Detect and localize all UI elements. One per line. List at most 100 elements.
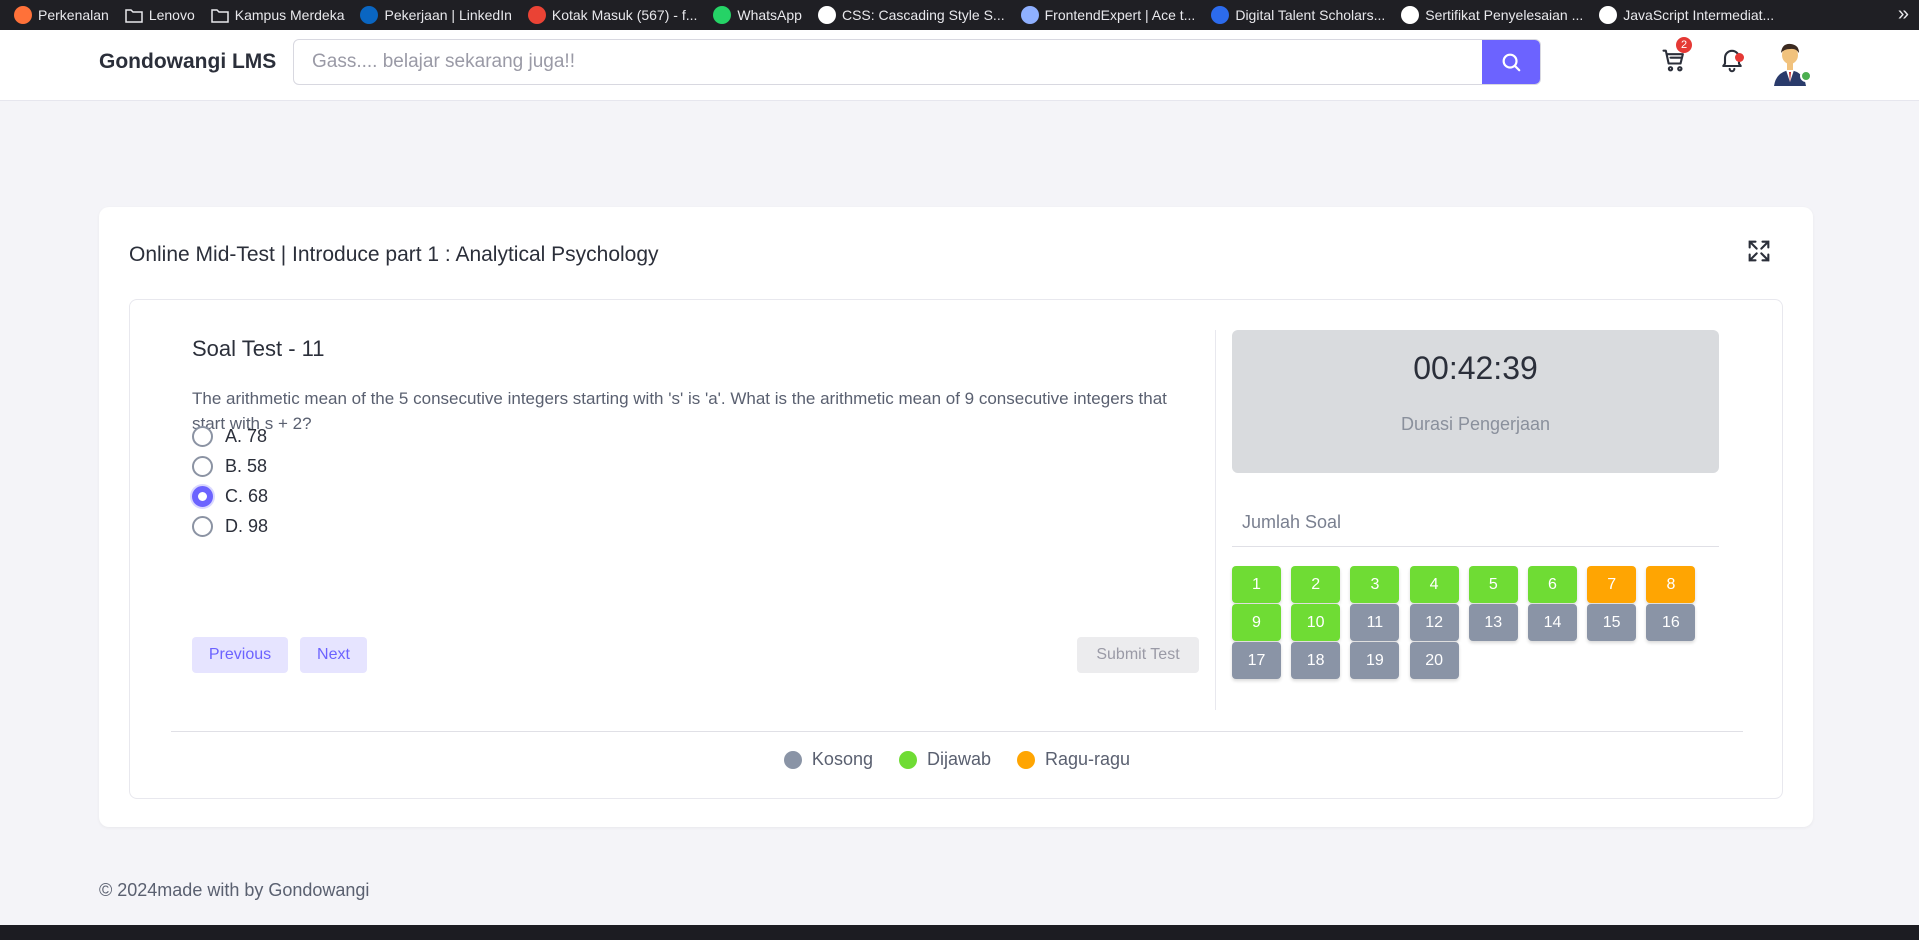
cart-button[interactable]: 2 xyxy=(1660,37,1692,74)
bookmark-label: Lenovo xyxy=(148,7,195,23)
question-number-button[interactable]: 15 xyxy=(1587,604,1637,641)
question-number-button[interactable]: 5 xyxy=(1468,566,1518,603)
next-button[interactable]: Next xyxy=(300,637,367,673)
fullscreen-button[interactable] xyxy=(1745,237,1773,265)
online-status-dot xyxy=(1800,70,1812,82)
bookmark-label: Sertifikat Penyelesaian ... xyxy=(1425,7,1584,23)
test-card: Online Mid-Test | Introduce part 1 : Ana… xyxy=(99,207,1813,827)
question-number-button[interactable]: 18 xyxy=(1291,642,1341,679)
question-number-button[interactable]: 9 xyxy=(1232,604,1281,641)
answer-label: B. 58 xyxy=(225,456,268,476)
notification-button[interactable] xyxy=(1718,45,1746,73)
cart-count-badge: 2 xyxy=(1676,37,1692,53)
question-number-button[interactable]: 7 xyxy=(1587,566,1637,603)
notification-dot xyxy=(1735,53,1744,62)
answer-radio[interactable] xyxy=(192,456,213,477)
legend-dot xyxy=(898,750,917,769)
bookmark-item[interactable]: Kotak Masuk (567) - f... xyxy=(527,6,698,24)
linkedin-icon xyxy=(360,6,379,24)
bookmark-label: Kampus Merdeka xyxy=(234,7,345,23)
more-bookmarks-icon[interactable]: » xyxy=(1898,3,1909,26)
answer-option[interactable]: B. 58 xyxy=(192,456,267,477)
test-panel: Soal Test - 11 The arithmetic mean of th… xyxy=(129,299,1783,799)
timer-label: Durasi Pengerjaan xyxy=(1400,414,1551,434)
bookmark-label: Perkenalan xyxy=(38,7,109,23)
question-number-button[interactable]: 16 xyxy=(1646,604,1696,641)
search-bar xyxy=(293,39,1541,85)
brand-logo[interactable]: Gondowangi LMS xyxy=(99,50,276,74)
bookmark-label: Pekerjaan | LinkedIn xyxy=(384,7,512,23)
question-number-button[interactable]: 12 xyxy=(1409,604,1459,641)
question-number-button[interactable]: 2 xyxy=(1291,566,1341,603)
answer-radio[interactable] xyxy=(192,516,213,537)
bookmark-item[interactable]: Perkenalan xyxy=(14,6,109,24)
page-title: Online Mid-Test | Introduce part 1 : Ana… xyxy=(129,243,659,266)
legend-divider xyxy=(171,731,1743,732)
bookmark-item[interactable]: Pekerjaan | LinkedIn xyxy=(360,6,512,24)
bookmark-item[interactable]: FrontendExpert | Ace t... xyxy=(1020,6,1196,24)
question-number-button[interactable]: 6 xyxy=(1528,566,1577,603)
os-taskbar xyxy=(0,925,1919,940)
question-number-button[interactable]: 8 xyxy=(1646,566,1696,603)
search-icon xyxy=(1502,53,1521,72)
bookmark-item[interactable]: Sertifikat Penyelesaian ... xyxy=(1401,6,1583,24)
question-number-button[interactable]: 14 xyxy=(1528,604,1577,641)
js-course-icon xyxy=(1599,6,1618,24)
question-number-button[interactable]: 3 xyxy=(1350,566,1400,603)
bookmark-label: FrontendExpert | Ace t... xyxy=(1044,7,1196,23)
answer-radio[interactable] xyxy=(192,426,213,447)
bookmark-label: JavaScript Intermediat... xyxy=(1623,7,1775,23)
certificate-icon xyxy=(1401,6,1420,24)
top-navbar: Gondowangi LMS 2 xyxy=(0,30,1919,101)
bookmark-label: Digital Talent Scholars... xyxy=(1235,7,1386,23)
answer-radio[interactable] xyxy=(192,486,213,507)
bookmark-item[interactable]: Lenovo xyxy=(125,6,195,24)
search-button[interactable] xyxy=(1482,40,1540,84)
expand-icon xyxy=(1748,240,1770,262)
question-number-button[interactable]: 11 xyxy=(1350,604,1400,641)
question-number-button[interactable]: 19 xyxy=(1350,642,1400,679)
question-text: The arithmetic mean of the 5 consecutive… xyxy=(192,389,1167,433)
bookmark-label: WhatsApp xyxy=(737,7,802,23)
timer-value: 00:42:39 xyxy=(1413,350,1538,386)
user-avatar[interactable] xyxy=(1768,38,1812,86)
answer-label: A. 78 xyxy=(225,426,268,446)
digitalent-icon xyxy=(1211,6,1230,24)
answer-option[interactable]: A. 78 xyxy=(192,426,267,447)
footer-text: © 2024made with by Gondowangi xyxy=(99,880,370,900)
bookmark-label: CSS: Cascading Style S... xyxy=(841,7,1005,23)
answer-option[interactable]: D. 98 xyxy=(192,516,268,537)
bookmark-item[interactable]: CSS: Cascading Style S... xyxy=(817,6,1005,24)
mdn-icon xyxy=(817,6,836,24)
legend-label: Dijawab xyxy=(926,749,992,769)
bookmark-item[interactable]: WhatsApp xyxy=(713,6,802,24)
legend-dot xyxy=(1017,750,1036,769)
frontendexpert-icon xyxy=(1020,6,1039,24)
legend-item: Kosong xyxy=(783,749,873,770)
bookmark-item[interactable]: JavaScript Intermediat... xyxy=(1599,6,1774,24)
legend-dot xyxy=(783,750,802,769)
question-title: Soal Test - 11 xyxy=(192,336,325,361)
question-count-title: Jumlah Soal xyxy=(1242,512,1342,532)
bookmark-item[interactable]: Digital Talent Scholars... xyxy=(1211,6,1385,24)
legend-item: Dijawab xyxy=(898,749,992,770)
search-input[interactable] xyxy=(294,40,1484,84)
bookmarks-bar: Perkenalan Lenovo Kampus Merdeka Pekerjaan … xyxy=(0,0,1919,30)
timer-box: 00:42:39 Durasi Pengerjaan xyxy=(1232,330,1719,473)
question-number-button[interactable]: 4 xyxy=(1409,566,1459,603)
question-number-button[interactable]: 17 xyxy=(1232,642,1281,679)
question-number-button[interactable]: 13 xyxy=(1468,604,1518,641)
answer-label: D. 98 xyxy=(225,516,269,536)
previous-button[interactable]: Previous xyxy=(192,637,288,673)
question-number-button[interactable]: 20 xyxy=(1409,642,1459,679)
question-number-button[interactable]: 1 xyxy=(1232,566,1281,603)
bookmark-label: Kotak Masuk (567) - f... xyxy=(551,7,698,23)
folder-icon xyxy=(125,6,143,24)
submit-test-button[interactable]: Submit Test xyxy=(1077,637,1199,673)
answer-option[interactable]: C. 68 xyxy=(192,486,268,507)
firefox-icon xyxy=(14,6,32,24)
legend-item: Ragu-ragu xyxy=(1017,749,1130,770)
question-number-button[interactable]: 10 xyxy=(1291,604,1341,641)
bookmark-item[interactable]: Kampus Merdeka xyxy=(211,6,345,24)
legend-label: Ragu-ragu xyxy=(1045,749,1131,769)
